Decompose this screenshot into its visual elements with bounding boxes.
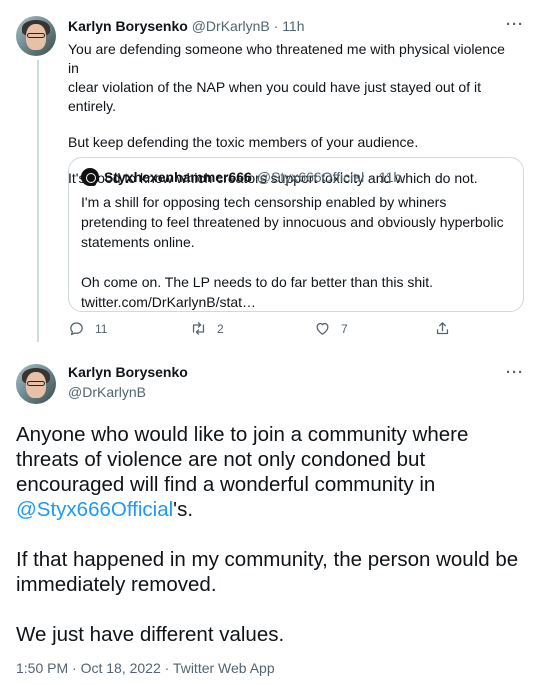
author-name[interactable]: Karlyn Borysenko	[68, 18, 188, 34]
avatar[interactable]	[16, 16, 56, 56]
separator: ·	[273, 18, 279, 34]
retweet-icon	[192, 322, 205, 335]
avatar[interactable]	[16, 364, 56, 404]
tweet-timestamp[interactable]: 1:50 PM · Oct 18, 2022 · Twitter Web App	[16, 660, 275, 676]
quoted-author-name: Styxhexenhammer666	[104, 169, 252, 185]
retweet-count: 2	[217, 321, 224, 336]
reply-count: 11	[95, 321, 108, 336]
quoted-tweet-time: 11h	[378, 169, 402, 185]
tweet1-header: Karlyn Borysenko @DrKarlynB · 11h	[68, 18, 305, 34]
retweet-button[interactable]: 2	[190, 320, 224, 337]
author-handle[interactable]: @DrKarlynB	[68, 384, 146, 400]
quoted-paragraph: Oh come on. The LP needs to do far bette…	[81, 274, 434, 310]
share-button[interactable]	[434, 320, 451, 337]
like-count: 7	[341, 321, 348, 336]
tweet2-text: Anyone who would like to join a communit…	[16, 422, 521, 672]
quoted-author-handle: @Styx666Official	[256, 169, 365, 185]
avatar-glasses	[27, 381, 45, 386]
like-button[interactable]: 7	[314, 320, 348, 337]
tweet1-paragraph: You are defending someone who threatened…	[68, 41, 505, 114]
quoted-avatar	[81, 168, 99, 186]
thread-line	[37, 60, 39, 342]
author-handle[interactable]: @DrKarlynB	[192, 18, 270, 34]
more-options-icon[interactable]: ···	[506, 364, 524, 381]
avatar-glasses	[27, 33, 45, 38]
tweet2-text-segment: 's.	[173, 498, 194, 521]
share-icon	[436, 322, 449, 335]
tweet2-paragraph: If that happened in my community, the pe…	[16, 548, 519, 596]
tweet1-paragraph: But keep defending the toxic members of …	[68, 134, 419, 150]
author-name[interactable]: Karlyn Borysenko	[68, 364, 188, 380]
mention-link[interactable]: @Styx666Official	[16, 498, 173, 521]
quoted-paragraph: I'm a shill for opposing tech censorship…	[81, 194, 504, 250]
tweet2-paragraph: We just have different values.	[16, 623, 285, 646]
tweet2-text-segment: Anyone who would like to join a communit…	[16, 423, 469, 496]
reply-icon	[70, 322, 83, 336]
quoted-tweet-text: I'm a shill for opposing tech censorship…	[81, 192, 511, 312]
tweet-time[interactable]: 11h	[282, 18, 304, 34]
heart-icon	[316, 322, 329, 335]
more-options-icon[interactable]: ···	[506, 16, 524, 33]
reply-button[interactable]: 11	[68, 320, 107, 337]
separator: ·	[369, 169, 374, 185]
quoted-tweet[interactable]: Styxhexenhammer666 @Styx666Official · 11…	[68, 157, 524, 312]
quoted-tweet-header: Styxhexenhammer666 @Styx666Official · 11…	[81, 168, 511, 186]
tweet2-paragraph: Anyone who would like to join a communit…	[16, 422, 521, 522]
